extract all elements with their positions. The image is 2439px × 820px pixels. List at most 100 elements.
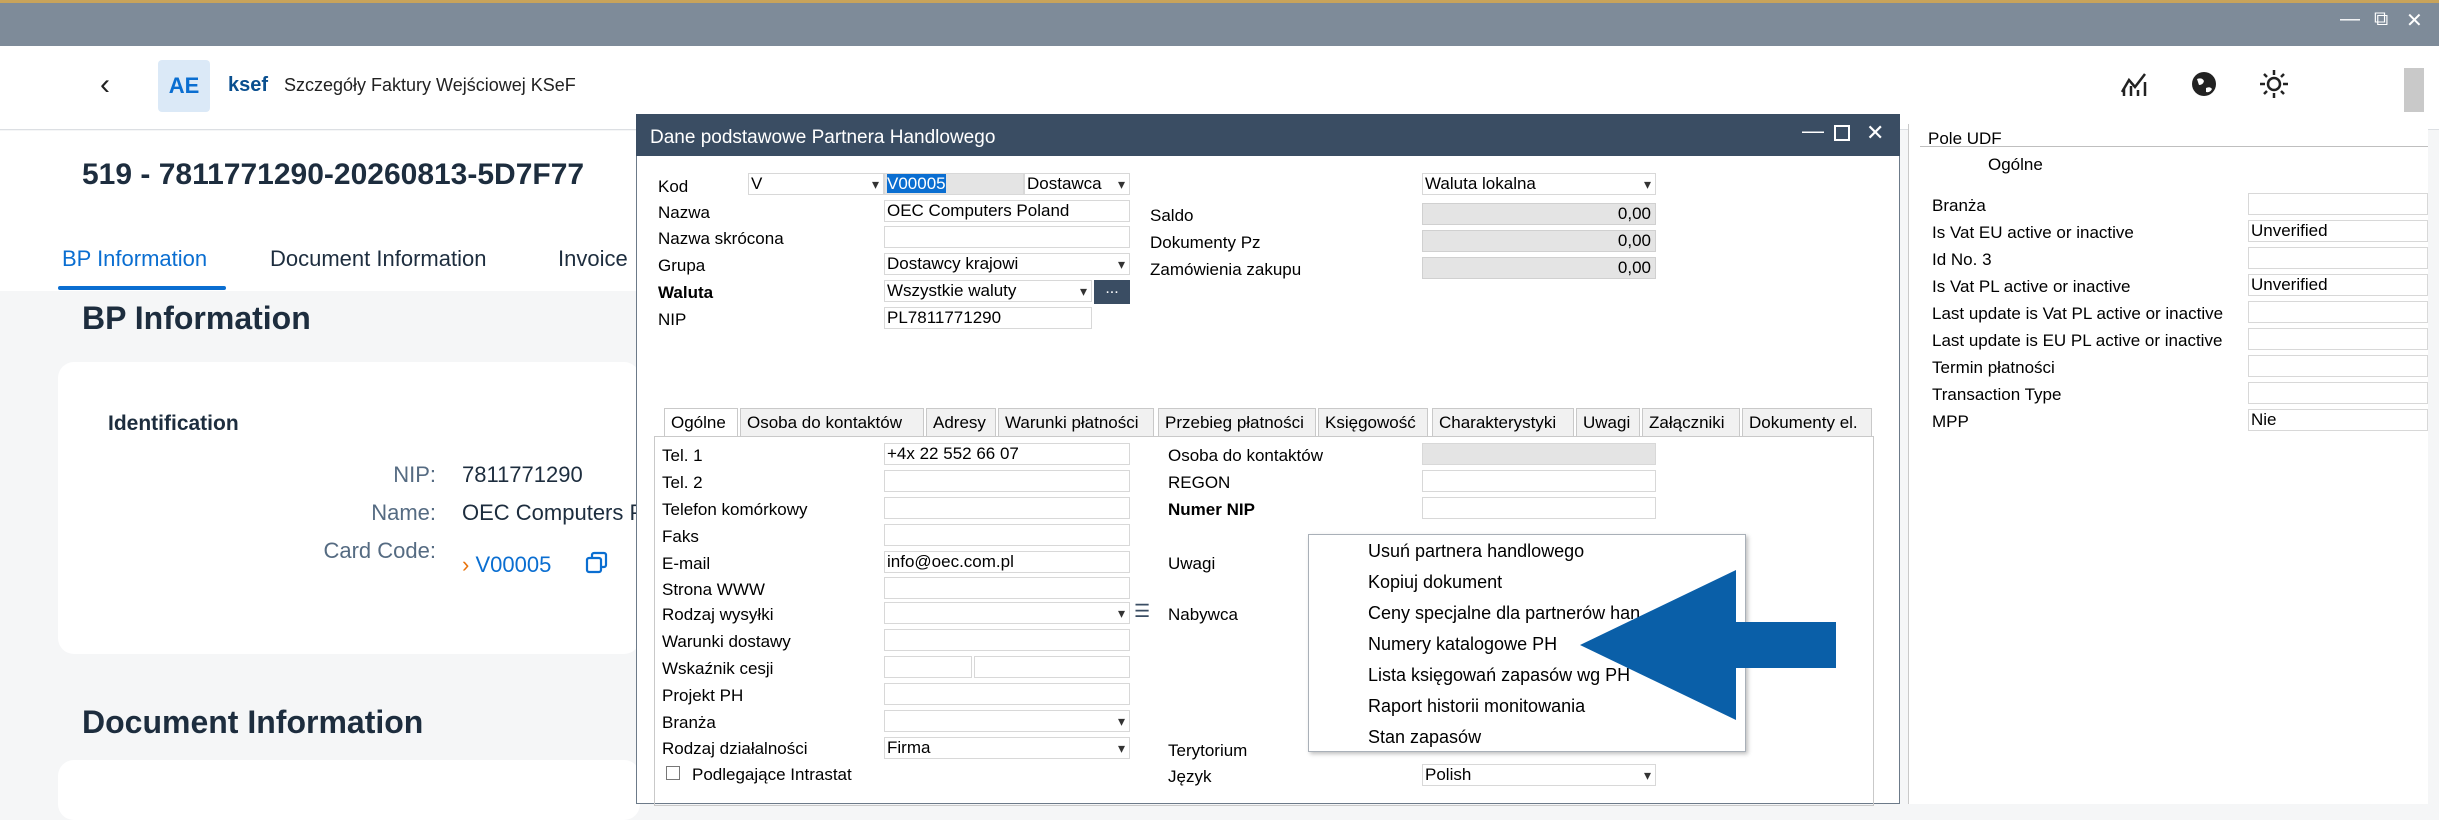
close-icon[interactable]: ✕ xyxy=(2406,8,2423,33)
dokumenty-pz-label: Dokumenty Pz xyxy=(1150,233,1261,252)
www-field[interactable] xyxy=(884,577,1130,599)
back-icon[interactable]: ‹ xyxy=(100,68,110,102)
udf-row-label: MPP xyxy=(1932,412,1969,431)
dialog-title: Dane podstawowe Partnera Handlowego xyxy=(650,127,996,148)
kod-type-select[interactable]: V xyxy=(748,173,884,195)
udf-row-field[interactable] xyxy=(2248,247,2428,269)
waluta-browse-button[interactable]: ... xyxy=(1094,280,1130,304)
waluta-lokalna-select[interactable]: Waluta lokalna xyxy=(1422,173,1656,195)
dialog-close-icon[interactable]: ✕ xyxy=(1866,120,1884,146)
project-label: Projekt PH xyxy=(662,686,744,705)
terytorium-label: Terytorium xyxy=(1168,741,1248,760)
zamowienia-label: Zamówienia zakupu xyxy=(1150,260,1302,279)
udf-row-field[interactable] xyxy=(2248,193,2428,215)
tab-ksiegowosc[interactable]: Księgowość xyxy=(1318,408,1428,436)
email-field[interactable]: info@oec.com.pl xyxy=(884,551,1130,573)
udf-row-field[interactable]: Unverified xyxy=(2248,220,2428,242)
menu-item-dunning-history[interactable]: Raport historii monitowania xyxy=(1368,696,1585,717)
identification-title: Identification xyxy=(108,412,239,435)
tab-adresy[interactable]: Adresy xyxy=(926,408,996,436)
fax-field[interactable] xyxy=(884,524,1130,546)
tel2-field[interactable] xyxy=(884,470,1130,492)
document-card xyxy=(58,760,640,820)
nip-value: 7811771290 xyxy=(462,462,583,487)
tel1-field[interactable]: +4x 22 552 66 07 xyxy=(884,443,1130,465)
grupa-select[interactable]: Dostawcy krajowi xyxy=(884,253,1130,275)
udf-row-field[interactable]: Unverified xyxy=(2248,274,2428,296)
delivery-terms-field[interactable] xyxy=(884,629,1130,651)
udf-row-field[interactable] xyxy=(2248,382,2428,404)
shipping-type-select[interactable] xyxy=(884,602,1130,624)
tab-invoice[interactable]: Invoice xyxy=(558,246,628,272)
tab-osoba-do-kontaktow[interactable]: Osoba do kontaktów xyxy=(740,408,924,436)
chevron-right-icon: › xyxy=(462,552,470,577)
menu-item-catalog-numbers[interactable]: Numery katalogowe PH xyxy=(1368,634,1557,655)
udf-row-label: Id No. 3 xyxy=(1932,250,1992,269)
fax-label: Faks xyxy=(662,527,699,546)
tab-warunki-platnosci[interactable]: Warunki płatności xyxy=(998,408,1154,436)
dialog-maximize-icon[interactable] xyxy=(1834,125,1850,141)
section-title-bp: BP Information xyxy=(82,300,311,336)
company-logo: AE xyxy=(158,60,210,112)
mobile-field[interactable] xyxy=(884,497,1130,519)
intrastat-label: Podlegające Intrastat xyxy=(692,765,852,784)
tab-charakterystyki[interactable]: Charakterystyki xyxy=(1432,408,1574,436)
restore-icon[interactable]: ⧉ xyxy=(2374,8,2388,31)
tab-document-information[interactable]: Document Information xyxy=(270,246,486,272)
jezyk-select[interactable]: Polish xyxy=(1422,764,1656,786)
udf-row-field[interactable] xyxy=(2248,355,2428,377)
menu-item-copy-document[interactable]: Kopiuj dokument xyxy=(1368,572,1502,593)
regon-field[interactable] xyxy=(1422,470,1656,492)
tab-bp-information[interactable]: BP Information xyxy=(62,246,207,272)
numer-nip-field[interactable] xyxy=(1422,497,1656,519)
intrastat-checkbox[interactable] xyxy=(666,766,680,780)
minimize-icon[interactable]: — xyxy=(2340,8,2360,31)
uwagi-label: Uwagi xyxy=(1168,554,1216,573)
analytics-icon[interactable] xyxy=(2118,68,2150,100)
kod-label: Kod xyxy=(658,177,689,196)
arrow-annotation xyxy=(1580,570,1836,720)
app-name: ksef xyxy=(228,74,269,96)
waluta-select[interactable]: Wszystkie waluty xyxy=(884,280,1092,302)
udf-row-field[interactable]: Nie xyxy=(2248,409,2428,431)
kod-field[interactable]: V00005 xyxy=(884,173,1024,195)
cession-field-2[interactable] xyxy=(974,656,1130,678)
branza-select[interactable] xyxy=(884,710,1130,732)
tab-ogolne[interactable]: Ogólne xyxy=(664,408,738,436)
cession-field-1[interactable] xyxy=(884,656,972,678)
branza-label: Branża xyxy=(662,713,716,732)
udf-row-field[interactable] xyxy=(2248,301,2428,323)
active-tab-indicator xyxy=(58,286,226,290)
project-field[interactable] xyxy=(884,683,1130,705)
kod-kind-select[interactable]: Dostawca xyxy=(1024,173,1130,195)
udf-row-label: Is Vat EU active or inactive xyxy=(1932,223,2134,242)
activity-type-select[interactable]: Firma xyxy=(884,737,1130,759)
udf-row-field[interactable] xyxy=(2248,328,2428,350)
tab-uwagi[interactable]: Uwagi xyxy=(1576,408,1640,436)
card-code-link[interactable]: › V00005 xyxy=(462,552,551,578)
card-code-label: Card Code: xyxy=(323,538,436,563)
zamowienia-value: 0,00 xyxy=(1422,257,1656,279)
copy-icon[interactable] xyxy=(584,550,610,576)
cession-label: Wskaźnik cesji xyxy=(662,659,774,678)
nip-label: NIP: xyxy=(393,462,436,487)
header-scrollbar[interactable] xyxy=(2404,68,2424,112)
nazwa-field[interactable]: OEC Computers Poland xyxy=(884,200,1130,222)
dialog-minimize-icon[interactable]: — xyxy=(1802,118,1824,144)
menu-item-delete-bp[interactable]: Usuń partnera handlowego xyxy=(1368,541,1584,562)
contact-person-label: Osoba do kontaktów xyxy=(1168,446,1323,465)
nazwa-skrocona-label: Nazwa skrócona xyxy=(658,229,784,248)
jezyk-label: Język xyxy=(1168,767,1212,786)
globe-icon[interactable] xyxy=(2188,68,2220,100)
tab-przebieg-platnosci[interactable]: Przebieg płatności xyxy=(1158,408,1316,436)
udf-row-label: Branża xyxy=(1932,196,1986,215)
menu-item-stock-status[interactable]: Stan zapasów xyxy=(1368,727,1481,748)
list-icon[interactable]: ☰ xyxy=(1134,602,1154,622)
theme-sun-icon[interactable] xyxy=(2258,68,2290,100)
udf-row-label: Termin płatności xyxy=(1932,358,2055,377)
nip-dialog-field[interactable]: PL7811771290 xyxy=(884,307,1092,329)
tab-dokumenty-el[interactable]: Dokumenty el. xyxy=(1742,408,1872,436)
nazwa-skrocona-field[interactable] xyxy=(884,226,1130,248)
tab-zalaczniki[interactable]: Załączniki xyxy=(1642,408,1740,436)
contact-person-field[interactable] xyxy=(1422,443,1656,465)
